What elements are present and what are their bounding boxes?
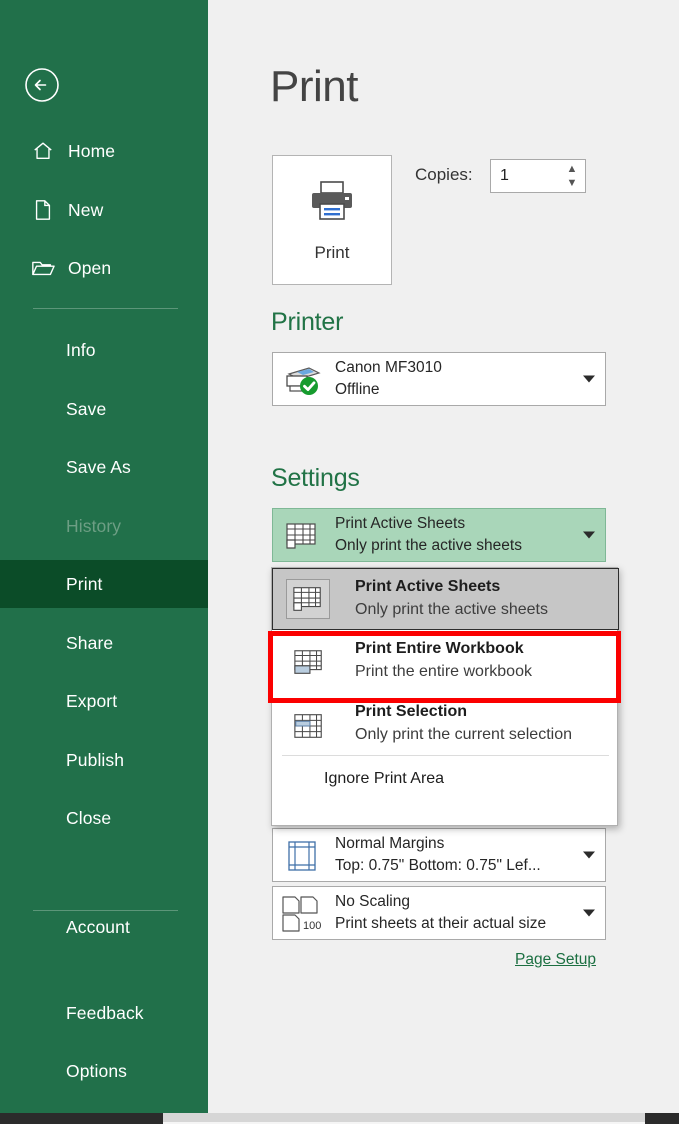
print-button[interactable]: Print bbox=[272, 155, 392, 285]
sidebar-item-account[interactable]: Account bbox=[0, 904, 208, 950]
margins-subtitle: Top: 0.75" Bottom: 0.75" Lef... bbox=[335, 857, 541, 874]
print-what-select[interactable]: Print Active Sheets Only print the activ… bbox=[272, 508, 606, 562]
sidebar-item-open[interactable]: Open bbox=[0, 245, 208, 291]
spinner-down-icon[interactable]: ▼ bbox=[567, 178, 578, 189]
sidebar-item-history: History bbox=[0, 503, 208, 549]
sidebar-item-label: Close bbox=[66, 807, 112, 828]
sidebar-item-feedback[interactable]: Feedback bbox=[0, 990, 208, 1036]
sidebar-item-share[interactable]: Share bbox=[0, 620, 208, 666]
dropdown-option-title: Print Entire Workbook bbox=[355, 640, 524, 657]
chevron-down-icon[interactable] bbox=[583, 375, 595, 383]
print-what-subtitle: Only print the active sheets bbox=[335, 537, 522, 554]
sidebar-item-label: Publish bbox=[66, 749, 125, 770]
dropdown-option-ignore-print-area[interactable]: Ignore Print Area bbox=[273, 756, 618, 801]
dropdown-option-print-active-sheets[interactable]: Print Active Sheets Only print the activ… bbox=[272, 568, 619, 630]
dropdown-option-subtitle: Print the entire workbook bbox=[355, 663, 532, 680]
sidebar-item-label: Info bbox=[66, 339, 96, 360]
printer-device-icon bbox=[281, 360, 323, 400]
print-pane: Print Print Copies: ▲ ▼ bbox=[208, 0, 679, 1113]
printer-heading: Printer bbox=[271, 308, 344, 336]
sidebar-item-label: Export bbox=[66, 690, 118, 711]
chevron-down-icon[interactable] bbox=[583, 531, 595, 539]
sidebar-item-save[interactable]: Save bbox=[0, 386, 208, 432]
print-button-label: Print bbox=[314, 242, 350, 262]
printer-status: Offline bbox=[335, 381, 380, 398]
home-icon bbox=[28, 140, 58, 162]
sidebar-item-publish[interactable]: Publish bbox=[0, 737, 208, 783]
dropdown-option-title: Print Active Sheets bbox=[355, 578, 501, 595]
scaling-icon: 100 bbox=[279, 894, 327, 934]
dropdown-option-label: Ignore Print Area bbox=[324, 769, 445, 787]
dropdown-option-title: Print Selection bbox=[355, 703, 468, 720]
printer-select[interactable]: Canon MF3010 Offline bbox=[272, 352, 606, 406]
scrollbar-thumb[interactable] bbox=[163, 1113, 679, 1122]
sidebar-item-label: Share bbox=[66, 632, 114, 653]
sidebar-item-print[interactable]: Print bbox=[0, 560, 208, 608]
copies-label: Copies: bbox=[415, 165, 473, 184]
copies-stepper[interactable]: ▲ ▼ bbox=[490, 159, 586, 193]
svg-text:100: 100 bbox=[303, 920, 321, 932]
sheet-active-icon bbox=[281, 516, 323, 556]
folder-icon bbox=[28, 258, 58, 278]
settings-heading: Settings bbox=[271, 464, 360, 492]
back-arrow-icon[interactable] bbox=[23, 66, 61, 104]
sidebar-item-new[interactable]: New bbox=[0, 187, 208, 233]
chevron-down-icon[interactable] bbox=[583, 851, 595, 859]
sidebar-item-label: New bbox=[68, 199, 104, 220]
print-what-dropdown: Print Active Sheets Only print the activ… bbox=[271, 567, 619, 826]
sidebar-item-close[interactable]: Close bbox=[0, 795, 208, 841]
page-title: Print bbox=[270, 62, 358, 111]
sidebar-item-export[interactable]: Export bbox=[0, 678, 208, 724]
sheet-selection-icon bbox=[287, 706, 331, 746]
chevron-down-icon[interactable] bbox=[583, 909, 595, 917]
dropdown-option-print-entire-workbook[interactable]: Print Entire Workbook Print the entire w… bbox=[273, 631, 618, 693]
scaling-select[interactable]: 100 No Scaling Print sheets at their act… bbox=[272, 886, 606, 940]
scrollbar-right-cap bbox=[645, 1113, 679, 1124]
print-what-title: Print Active Sheets bbox=[335, 515, 466, 532]
page-setup-link[interactable]: Page Setup bbox=[515, 951, 596, 969]
sidebar-divider-top bbox=[33, 308, 178, 309]
scrollbar-left-cap bbox=[0, 1113, 163, 1124]
page-icon bbox=[28, 199, 58, 221]
sidebar-item-label: Feedback bbox=[66, 1002, 144, 1023]
sidebar-item-save-as[interactable]: Save As bbox=[0, 444, 208, 490]
sidebar-item-label: History bbox=[66, 515, 122, 536]
sidebar-item-label: Save bbox=[66, 398, 107, 419]
vertical-scrollbar[interactable] bbox=[668, 0, 679, 1113]
margins-icon bbox=[281, 836, 323, 876]
excel-print-backstage: Home New Open Info Save Save As History bbox=[0, 0, 679, 1124]
margins-select[interactable]: Normal Margins Top: 0.75" Bottom: 0.75" … bbox=[272, 828, 606, 882]
sidebar-item-home[interactable]: Home bbox=[0, 128, 208, 174]
copies-input[interactable] bbox=[491, 160, 557, 192]
printer-name: Canon MF3010 bbox=[335, 359, 442, 376]
sidebar-item-label: Options bbox=[66, 1060, 128, 1081]
sidebar-item-label: Home bbox=[68, 140, 116, 161]
printer-icon bbox=[307, 178, 357, 227]
sidebar-item-info[interactable]: Info bbox=[0, 327, 208, 373]
margins-title: Normal Margins bbox=[335, 835, 445, 852]
sidebar-item-options[interactable]: Options bbox=[0, 1048, 208, 1094]
sheet-workbook-icon bbox=[287, 643, 331, 683]
sidebar-item-label: Print bbox=[66, 573, 103, 594]
backstage-sidebar: Home New Open Info Save Save As History bbox=[0, 0, 208, 1113]
dropdown-option-print-selection[interactable]: Print Selection Only print the current s… bbox=[273, 694, 618, 756]
sidebar-item-label: Save As bbox=[66, 456, 131, 477]
copies-spinner[interactable]: ▲ ▼ bbox=[564, 162, 580, 190]
sidebar-item-label: Account bbox=[66, 916, 130, 937]
scaling-title: No Scaling bbox=[335, 893, 410, 910]
dropdown-option-subtitle: Only print the active sheets bbox=[355, 601, 548, 618]
scaling-subtitle: Print sheets at their actual size bbox=[335, 915, 547, 932]
spinner-up-icon[interactable]: ▲ bbox=[567, 164, 578, 175]
sheet-active-icon bbox=[286, 579, 330, 619]
dropdown-option-subtitle: Only print the current selection bbox=[355, 726, 572, 743]
horizontal-scrollbar[interactable] bbox=[0, 1113, 679, 1124]
sidebar-item-label: Open bbox=[68, 257, 112, 278]
